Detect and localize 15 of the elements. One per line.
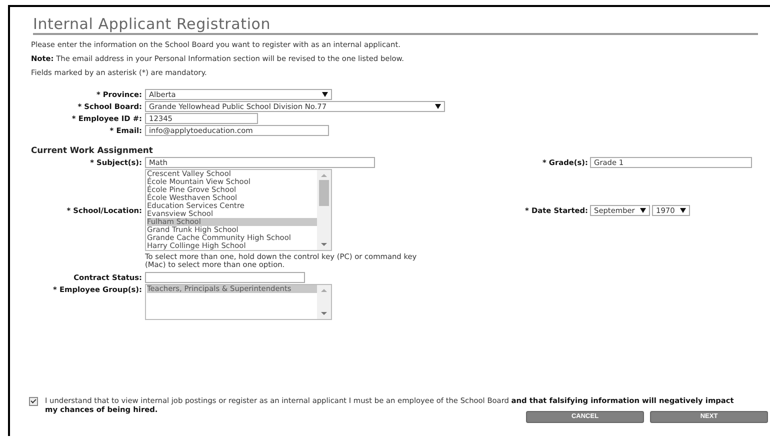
- section-heading: Current Work Assignment: [31, 145, 154, 155]
- scroll-bar[interactable]: [317, 170, 331, 250]
- scroll-up-icon[interactable]: [321, 289, 327, 292]
- scroll-bar[interactable]: [317, 285, 331, 319]
- text-field[interactable]: [145, 272, 305, 283]
- list-box[interactable]: [145, 169, 332, 251]
- scroll-down-icon[interactable]: [321, 243, 327, 246]
- caret-icon: [680, 208, 686, 213]
- page-title: Internal Applicant Registration: [33, 15, 758, 35]
- checkbox[interactable]: [29, 397, 38, 406]
- caret-icon: [435, 104, 441, 109]
- scroll-up-icon[interactable]: [321, 174, 327, 177]
- scroll-thumb[interactable]: [319, 180, 329, 206]
- scroll-down-icon[interactable]: [321, 312, 327, 315]
- caret-icon: [640, 208, 646, 213]
